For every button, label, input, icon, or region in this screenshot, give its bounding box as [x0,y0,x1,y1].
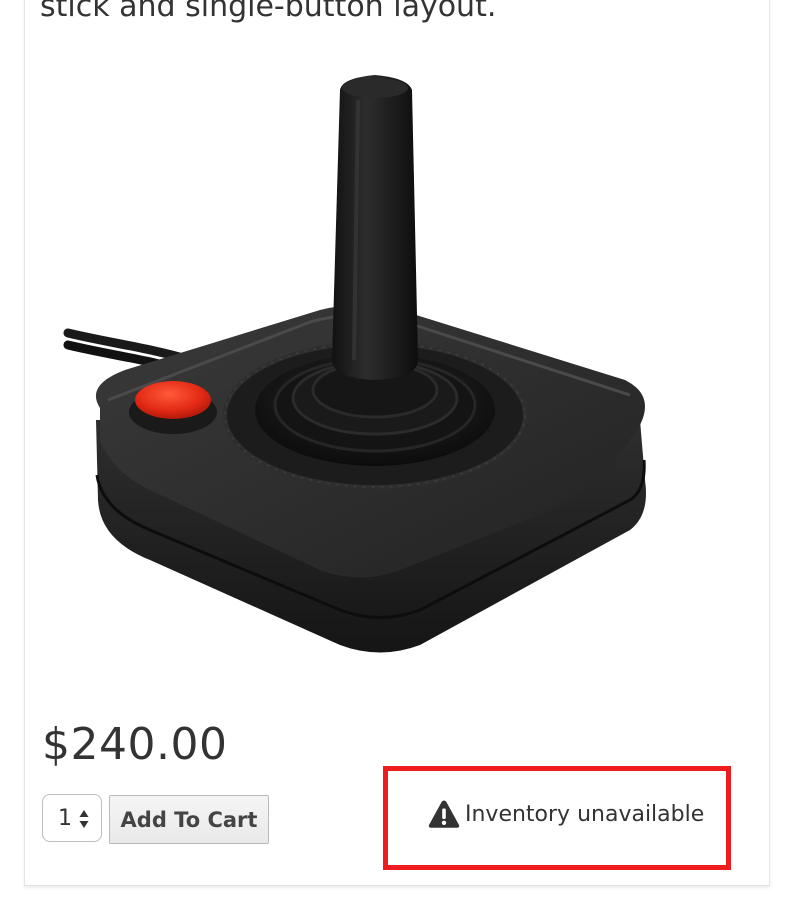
inventory-status: Inventory unavailable [428,797,704,831]
product-description: stick and single-button layout. [40,0,497,24]
add-to-cart-button[interactable]: Add To Cart [109,795,269,844]
quantity-select[interactable]: 1 [42,794,102,842]
atari-joystick-image [63,75,646,653]
quantity-value: 1 [58,805,72,831]
warning-icon [428,800,460,828]
inventory-status-text: Inventory unavailable [465,801,705,827]
product-page: stick and single-button layout. $240.00 … [0,0,800,906]
select-arrows-icon [79,808,89,830]
product-price: $240.00 [42,719,228,770]
